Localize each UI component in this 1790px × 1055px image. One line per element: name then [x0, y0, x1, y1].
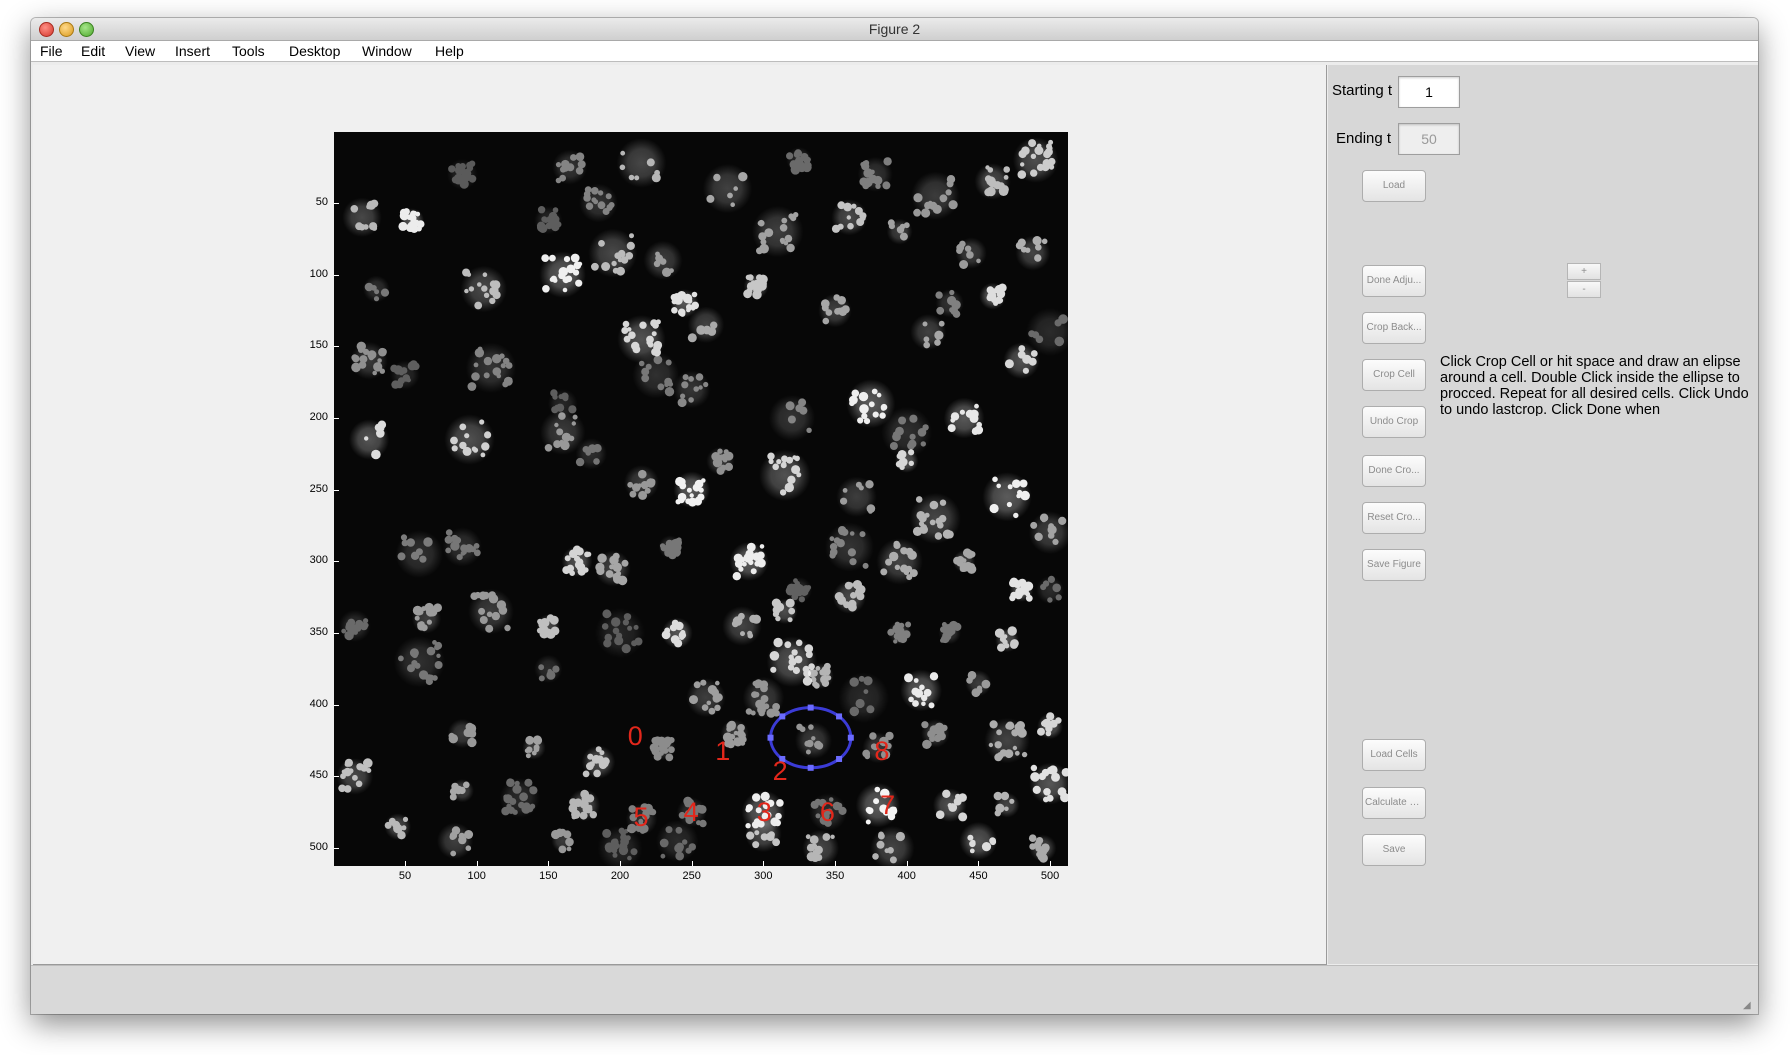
- instructions-text: Click Crop Cell or hit space and draw an…: [1440, 354, 1749, 416]
- y-tick-mark: [334, 418, 339, 419]
- reset-crop-button[interactable]: Reset Cro...: [1362, 502, 1426, 534]
- menu-tools[interactable]: Tools: [232, 43, 265, 59]
- y-tick-label: 250: [309, 482, 328, 495]
- x-tick-label: 500: [1040, 870, 1060, 882]
- y-tick-mark: [334, 633, 339, 635]
- image-axes[interactable]: 012345678: [334, 132, 1068, 866]
- menu-help[interactable]: Help: [435, 43, 464, 59]
- menu-desktop[interactable]: Desktop: [289, 43, 340, 59]
- x-tick-label: 450: [969, 870, 988, 882]
- x-tick-label: 50: [398, 870, 412, 882]
- cell-label-5: 5: [633, 801, 649, 832]
- ending-t-label: Ending t: [1336, 130, 1392, 147]
- x-tick-mark: [476, 861, 478, 866]
- x-tick-label: 350: [825, 870, 845, 882]
- menu-window[interactable]: Window: [362, 43, 412, 59]
- x-tick-mark: [1050, 861, 1052, 866]
- cell-label-8: 8: [874, 735, 890, 766]
- cell-label-4: 4: [683, 797, 699, 828]
- decrease-button[interactable]: -: [1567, 281, 1601, 298]
- x-tick-mark: [763, 861, 765, 866]
- x-tick-mark: [835, 861, 837, 866]
- y-tick-label: 150: [309, 339, 328, 352]
- load-cells-button[interactable]: Load Cells: [1362, 739, 1426, 771]
- undo-crop-button[interactable]: Undo Crop: [1362, 406, 1426, 438]
- y-tick-label: 450: [309, 769, 328, 782]
- crop-cell-button[interactable]: Crop Cell: [1362, 359, 1426, 391]
- y-tick-label: 100: [309, 267, 328, 280]
- y-tick-mark: [334, 704, 339, 706]
- y-tick-mark: [334, 202, 339, 204]
- load-button[interactable]: Load: [1362, 170, 1426, 202]
- menu-bar: File Edit View Insert Tools Desktop Wind…: [31, 41, 1758, 62]
- calculate-dist-button[interactable]: Calculate Dist: [1362, 787, 1426, 819]
- crop-background-button[interactable]: Crop Back...: [1362, 312, 1426, 344]
- x-tick-label: 200: [610, 870, 630, 882]
- cell-label-3: 3: [756, 797, 772, 828]
- starting-t-label: Starting t: [1332, 82, 1393, 99]
- y-tick-label: 300: [309, 554, 328, 567]
- x-tick-mark: [620, 861, 621, 866]
- increase-button[interactable]: +: [1567, 263, 1601, 280]
- x-tick-label: 250: [682, 870, 701, 882]
- y-tick-label: 400: [309, 697, 328, 710]
- save-figure-button[interactable]: Save Figure: [1362, 549, 1426, 581]
- x-tick-label: 300: [754, 870, 773, 882]
- cell-labels: 012345678: [334, 132, 1068, 866]
- x-tick-label: 100: [467, 870, 486, 882]
- menu-file[interactable]: File: [40, 43, 63, 59]
- ending-t-input[interactable]: [1398, 123, 1460, 155]
- x-tick-mark: [548, 861, 550, 866]
- x-tick-label: 150: [539, 870, 558, 882]
- x-tick-label: 400: [897, 870, 916, 882]
- resize-grip-icon[interactable]: ◢: [1743, 1000, 1755, 1012]
- y-tick-label: 500: [309, 841, 328, 854]
- starting-t-input[interactable]: [1398, 76, 1460, 108]
- y-tick-mark: [334, 776, 339, 778]
- cell-label-6: 6: [819, 797, 835, 828]
- menu-insert[interactable]: Insert: [175, 43, 210, 59]
- y-tick-label: 200: [309, 411, 328, 423]
- menu-view[interactable]: View: [125, 43, 155, 59]
- y-tick-mark: [334, 848, 339, 850]
- x-tick-mark: [906, 861, 908, 866]
- x-tick-mark: [691, 861, 693, 866]
- x-tick-mark: [404, 861, 406, 866]
- menu-edit[interactable]: Edit: [81, 43, 105, 59]
- done-crop-button[interactable]: Done Cro...: [1362, 455, 1426, 487]
- y-tick-mark: [334, 489, 339, 491]
- cell-label-2: 2: [772, 755, 788, 786]
- cell-label-0: 0: [627, 721, 643, 752]
- x-tick-mark: [978, 861, 980, 866]
- y-tick-mark: [334, 274, 339, 276]
- cell-label-1: 1: [715, 735, 731, 766]
- status-bar: ◢: [31, 965, 1758, 1014]
- y-tick-mark: [334, 346, 339, 348]
- window-title: Figure 2: [868, 21, 921, 37]
- y-tick-label: 50: [315, 195, 328, 208]
- y-tick-label: 350: [309, 626, 328, 639]
- cell-label-7: 7: [880, 790, 896, 821]
- title-bar: Figure 2: [31, 18, 1758, 41]
- done-adjust-button[interactable]: Done Adju...: [1362, 265, 1426, 297]
- y-tick-mark: [334, 561, 339, 563]
- save-button[interactable]: Save: [1362, 834, 1426, 866]
